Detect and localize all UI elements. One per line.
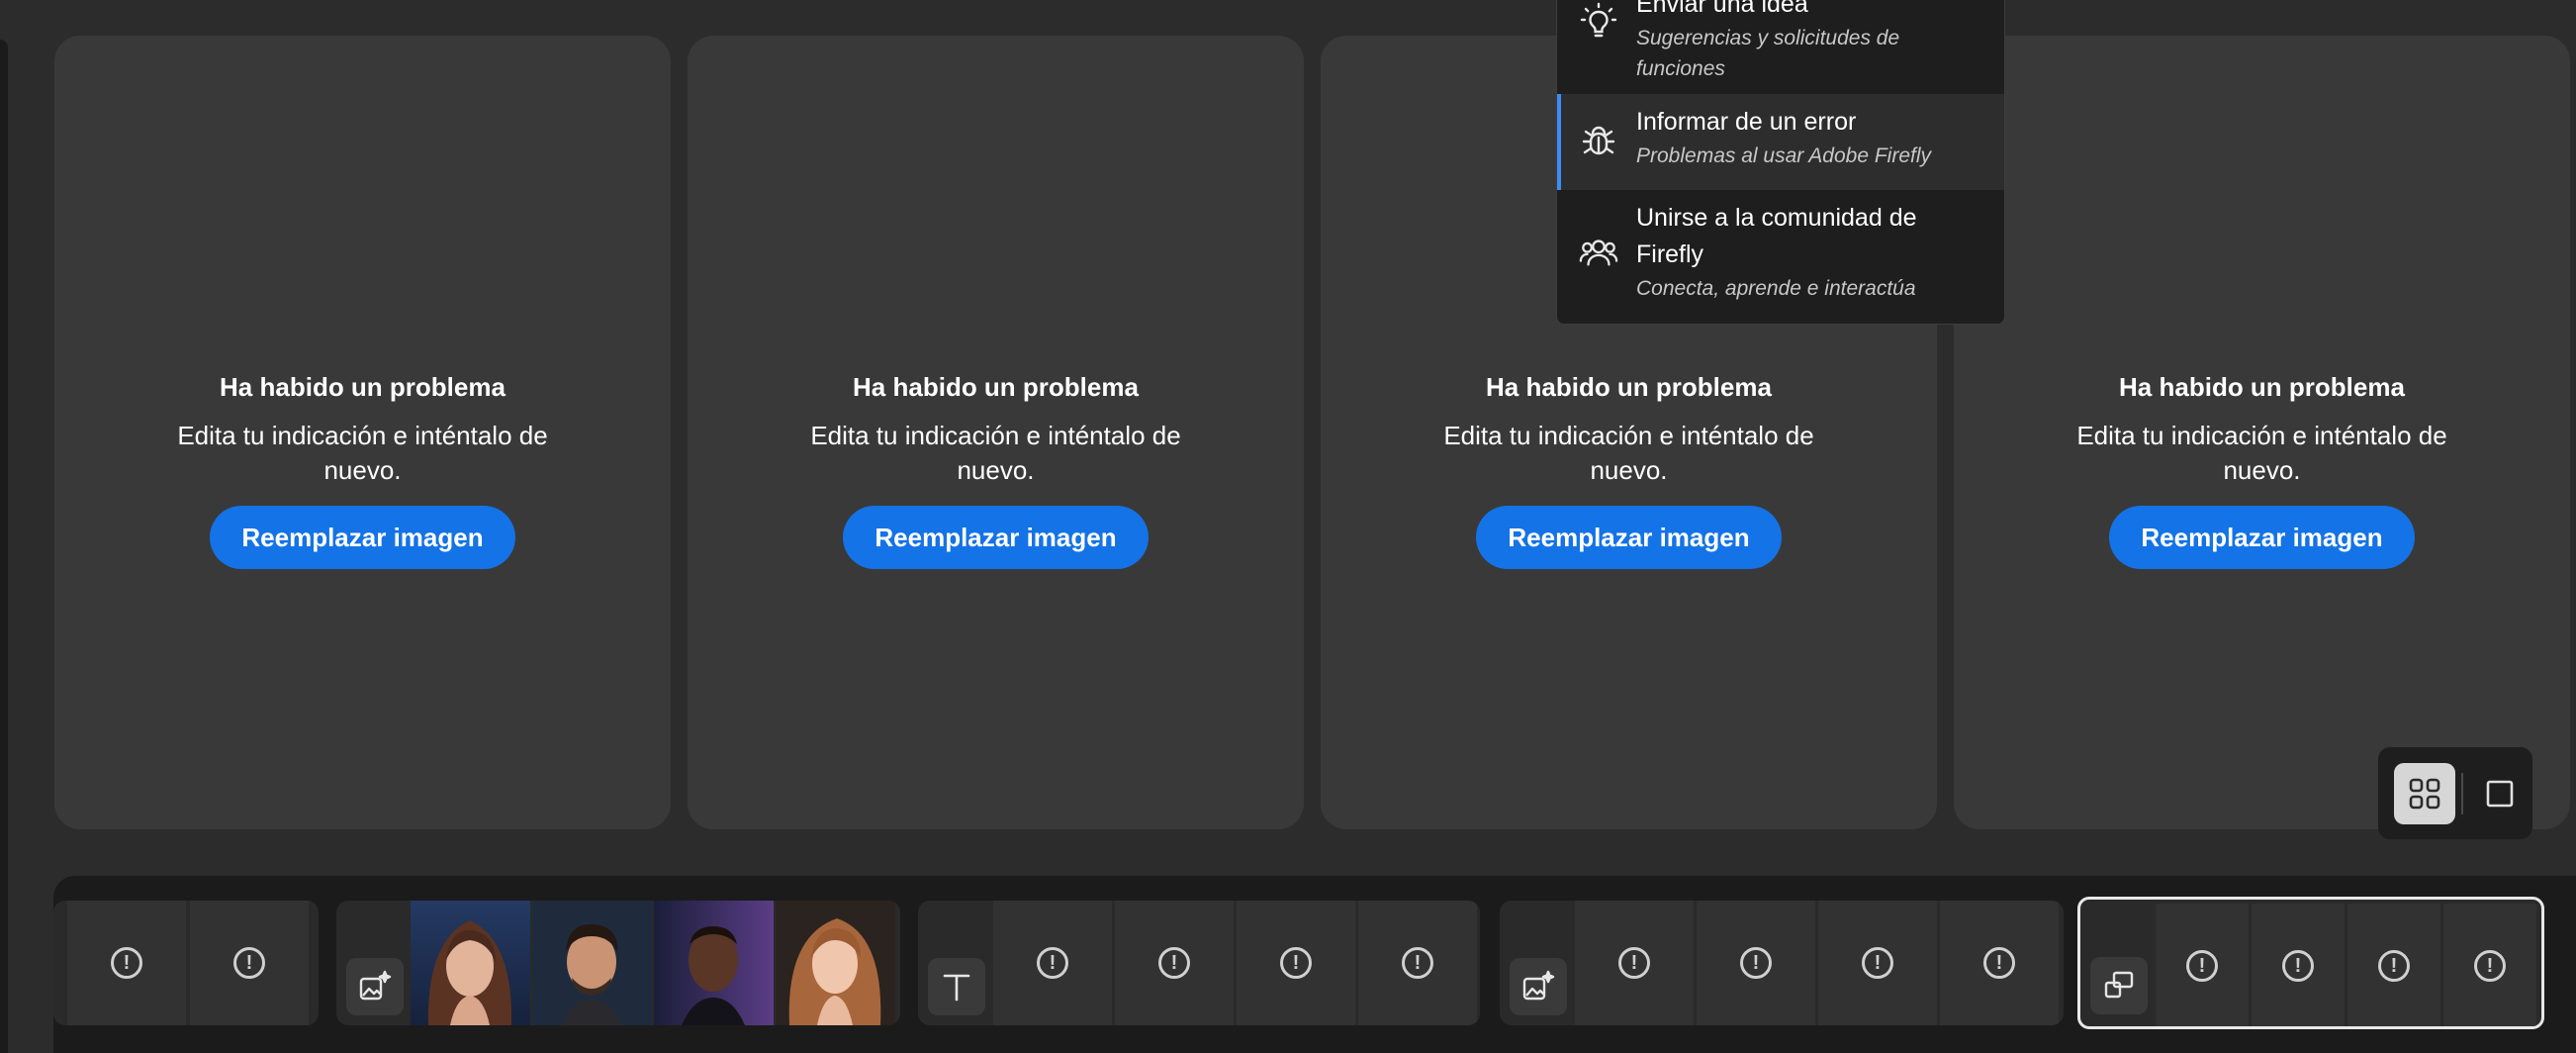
warning-icon: ! bbox=[2378, 950, 2410, 982]
history-group-1[interactable]: ! ! bbox=[53, 901, 319, 1025]
failed-thumbnail[interactable]: ! bbox=[190, 901, 309, 1025]
result-card-1: Ha habido un problema Edita tu indicació… bbox=[54, 36, 671, 829]
replace-image-button[interactable]: Reemplazar imagen bbox=[210, 506, 515, 569]
failed-thumbnail[interactable]: ! bbox=[2252, 904, 2345, 1026]
menu-item-join-community[interactable]: Unirse a la comunidad de Firefly Conecta… bbox=[1557, 190, 2004, 319]
failed-thumbnail[interactable]: ! bbox=[2443, 904, 2536, 1026]
warning-icon: ! bbox=[2186, 950, 2218, 982]
error-title: Ha habido un problema bbox=[853, 372, 1139, 402]
grid-view-button[interactable] bbox=[2394, 763, 2455, 824]
error-title: Ha habido un problema bbox=[1486, 372, 1772, 402]
failed-thumbnail[interactable]: ! bbox=[1818, 901, 1937, 1025]
menu-item-title: Informar de un error bbox=[1636, 108, 1857, 136]
warning-icon: ! bbox=[1402, 947, 1433, 979]
warning-icon: ! bbox=[1280, 947, 1312, 979]
failed-thumbnail[interactable]: ! bbox=[1940, 901, 2059, 1025]
warning-icon: ! bbox=[1158, 947, 1190, 979]
error-message: Edita tu indicación e inténtalo de nuevo… bbox=[1443, 421, 1814, 485]
text-icon[interactable] bbox=[928, 958, 985, 1015]
warning-icon: ! bbox=[111, 947, 142, 979]
bug-icon bbox=[1579, 122, 1618, 161]
warning-icon: ! bbox=[1618, 947, 1650, 979]
menu-item-subtitle: Conecta, aprende e interactúa bbox=[1636, 277, 1916, 300]
error-message: Edita tu indicación e inténtalo de nuevo… bbox=[177, 421, 548, 485]
composition-icon[interactable] bbox=[2090, 957, 2148, 1014]
view-toggle bbox=[2378, 747, 2532, 839]
community-icon bbox=[1579, 233, 1618, 272]
failed-thumbnail[interactable]: ! bbox=[1237, 901, 1355, 1025]
menu-item-title: Unirse a la comunidad de Firefly bbox=[1636, 204, 1917, 268]
generate-image-icon[interactable] bbox=[346, 958, 404, 1015]
error-message: Edita tu indicación e inténtalo de nuevo… bbox=[2076, 421, 2447, 485]
single-view-button[interactable] bbox=[2469, 763, 2530, 824]
menu-item-subtitle: Problemas al usar Adobe Firefly bbox=[1636, 144, 1932, 167]
failed-thumbnail[interactable]: ! bbox=[1358, 901, 1477, 1025]
failed-thumbnail[interactable]: ! bbox=[1115, 901, 1234, 1025]
failed-thumbnail[interactable]: ! bbox=[2347, 904, 2440, 1026]
history-group-2[interactable] bbox=[336, 901, 900, 1025]
warning-icon: ! bbox=[233, 947, 265, 979]
warning-icon: ! bbox=[1862, 947, 1893, 979]
portrait-thumbnail[interactable] bbox=[654, 901, 774, 1025]
grid-view-icon bbox=[2409, 778, 2440, 810]
divider bbox=[2461, 773, 2463, 814]
error-title: Ha habido un problema bbox=[2119, 372, 2405, 402]
replace-image-button[interactable]: Reemplazar imagen bbox=[1476, 506, 1782, 569]
menu-item-title: Enviar una idea bbox=[1636, 0, 1808, 18]
warning-icon: ! bbox=[1740, 947, 1772, 979]
feedback-menu: Enviar una idea Sugerencias y solicitude… bbox=[1556, 0, 2005, 325]
result-card-4: Ha habido un problema Edita tu indicació… bbox=[1954, 36, 2570, 829]
error-title: Ha habido un problema bbox=[220, 372, 506, 402]
portrait-thumbnail[interactable] bbox=[411, 901, 530, 1025]
generate-image-icon[interactable] bbox=[1510, 958, 1567, 1015]
menu-item-subtitle: Sugerencias y solicitudes de funciones bbox=[1636, 27, 1900, 80]
replace-image-button[interactable]: Reemplazar imagen bbox=[843, 506, 1149, 569]
single-view-icon bbox=[2486, 780, 2514, 808]
history-group-3[interactable]: ! ! ! ! bbox=[918, 901, 1480, 1025]
failed-thumbnail[interactable]: ! bbox=[1697, 901, 1815, 1025]
failed-thumbnail[interactable]: ! bbox=[1575, 901, 1694, 1025]
menu-item-report-bug[interactable]: Informar de un error Problemas al usar A… bbox=[1557, 94, 2004, 190]
failed-thumbnail[interactable]: ! bbox=[2156, 904, 2249, 1026]
portrait-thumbnail[interactable] bbox=[532, 901, 652, 1025]
portrait-thumbnail[interactable] bbox=[776, 901, 895, 1025]
result-card-2: Ha habido un problema Edita tu indicació… bbox=[688, 36, 1304, 829]
lightbulb-icon bbox=[1579, 2, 1618, 42]
failed-thumbnail[interactable]: ! bbox=[67, 901, 186, 1025]
error-message: Edita tu indicación e inténtalo de nuevo… bbox=[810, 421, 1181, 485]
history-group-4[interactable]: ! ! ! ! bbox=[1500, 901, 2064, 1025]
left-panel-edge bbox=[0, 40, 8, 1053]
history-group-5[interactable]: ! ! ! ! bbox=[2077, 897, 2544, 1029]
failed-thumbnail[interactable]: ! bbox=[993, 901, 1112, 1025]
warning-icon: ! bbox=[2474, 950, 2506, 982]
replace-image-button[interactable]: Reemplazar imagen bbox=[2109, 506, 2415, 569]
warning-icon: ! bbox=[1037, 947, 1068, 979]
menu-item-send-idea[interactable]: Enviar una idea Sugerencias y solicitude… bbox=[1557, 0, 2004, 91]
warning-icon: ! bbox=[1983, 947, 2015, 979]
warning-icon: ! bbox=[2282, 950, 2314, 982]
